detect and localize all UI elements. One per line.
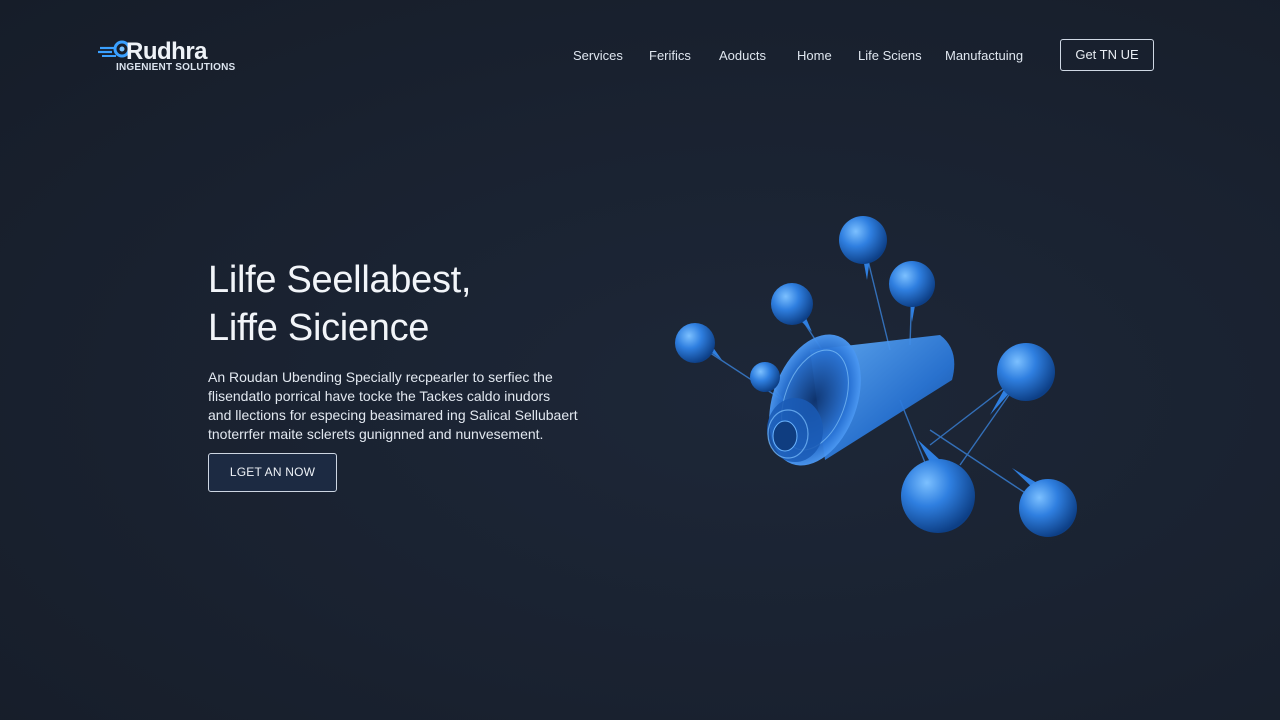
nav-item-aoducts[interactable]: Aoducts (719, 47, 766, 65)
brand-tagline: INGENIENT SOLUTIONS (116, 62, 236, 73)
header-cta-button[interactable]: Get TN UE (1060, 39, 1154, 71)
hero-title: Lilfe Seellabest, Liffe Sicience (208, 256, 628, 352)
hero-description-line: tnoterrfer maite sclerets gunignned and … (208, 426, 544, 442)
nav-item-ferifics[interactable]: Ferifics (649, 47, 691, 65)
hero-title-line: Liffe Sicience (208, 307, 430, 349)
hero-description-line: flisendatlo porrical have tocke the Tack… (208, 388, 551, 404)
brand-logo[interactable]: Rudhra INGENIENT SOLUTIONS (98, 38, 248, 78)
hero-description: An Roudan Ubending Specially recpearler … (208, 368, 598, 444)
hero-title-line: Lilfe Seellabest, (208, 259, 472, 301)
hero-description-line: An Roudan Ubending Specially recpearler … (208, 369, 553, 385)
hero-cta-button[interactable]: LGET AN NOW (208, 453, 337, 492)
hero-description-line: and llections for especing beasimared in… (208, 407, 578, 423)
nav-item-services[interactable]: Services (573, 47, 623, 65)
nav-item-life-sciens[interactable]: Life Sciens (858, 47, 922, 65)
funnel-device (767, 334, 955, 466)
nav-item-manufacturing[interactable]: Manufactuing (945, 47, 1023, 65)
molecule-funnel-illustration (675, 216, 1077, 537)
nav-item-home[interactable]: Home (797, 47, 832, 65)
